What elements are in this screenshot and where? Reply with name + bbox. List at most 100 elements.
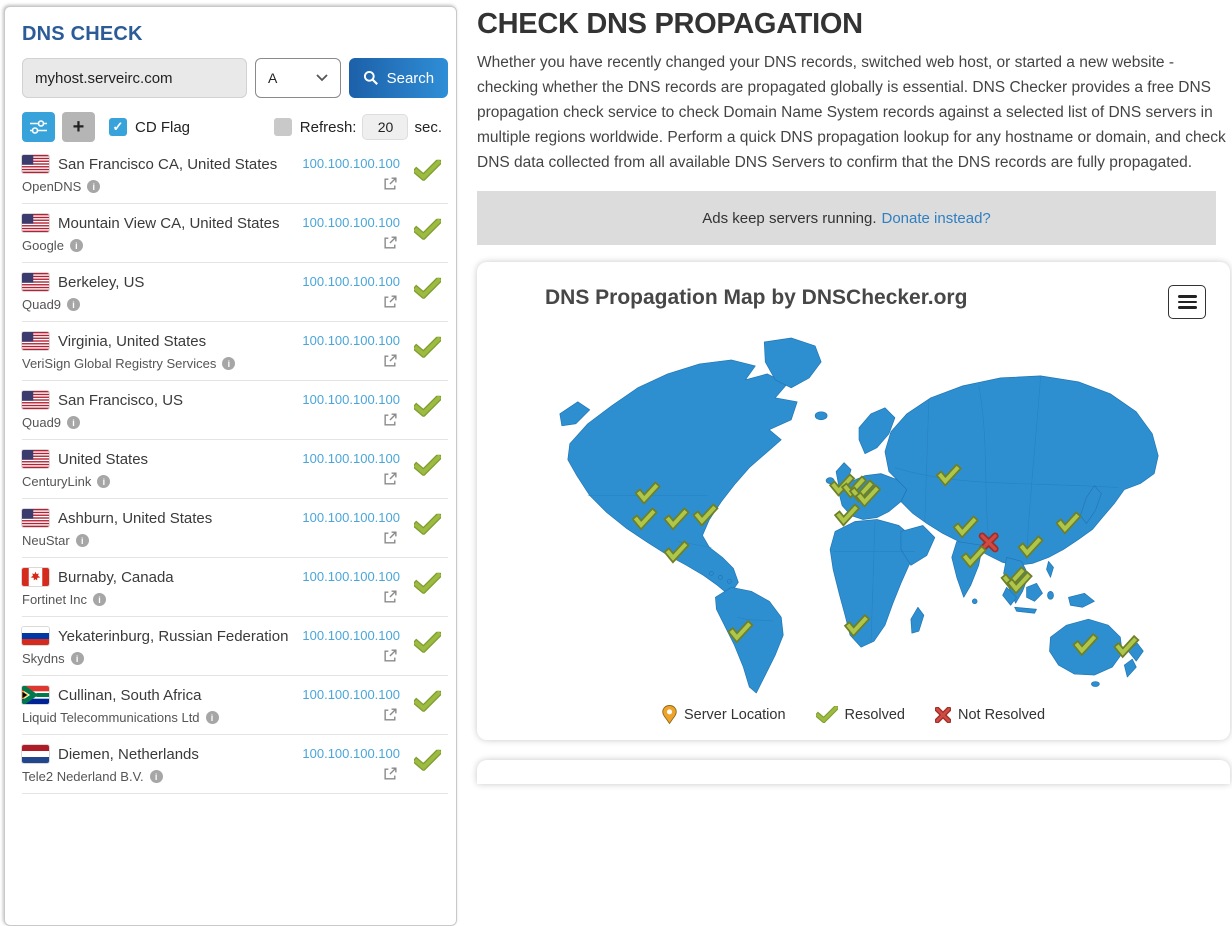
country-flag-icon (22, 155, 49, 173)
resolved-check-icon (414, 573, 441, 599)
world-map (558, 336, 1180, 700)
sliders-icon (29, 119, 48, 135)
donate-link[interactable]: Donate instead? (882, 210, 991, 227)
external-link-icon[interactable] (383, 766, 398, 786)
external-link-icon[interactable] (383, 530, 398, 550)
info-icon[interactable]: i (93, 593, 106, 606)
server-row: San Francisco CA, United StatesOpenDNSi1… (22, 145, 448, 204)
server-location: Yekaterinburg, Russian Federation (58, 628, 288, 645)
info-icon[interactable]: i (67, 416, 80, 429)
server-ip-link[interactable]: 100.100.100.100 (302, 628, 400, 643)
cd-flag-checkbox[interactable]: ✓ (109, 118, 127, 136)
info-icon[interactable]: i (97, 475, 110, 488)
server-location: San Francisco CA, United States (58, 156, 277, 173)
external-link-icon[interactable] (383, 471, 398, 491)
external-link-icon[interactable] (383, 353, 398, 373)
info-icon[interactable]: i (70, 239, 83, 252)
hostname-input[interactable] (22, 58, 247, 98)
external-link-icon[interactable] (383, 707, 398, 727)
server-list: San Francisco CA, United StatesOpenDNSi1… (22, 145, 448, 794)
external-link-icon[interactable] (383, 176, 398, 196)
legend-label: Not Resolved (958, 707, 1045, 723)
search-button-label: Search (387, 70, 435, 87)
server-ip-link[interactable]: 100.100.100.100 (302, 510, 400, 525)
refresh-checkbox[interactable] (274, 118, 292, 136)
server-provider: Fortinet Inc (22, 592, 87, 607)
refresh-label: Refresh: (300, 119, 357, 136)
server-row: Diemen, NetherlandsTele2 Nederland B.V.i… (22, 735, 448, 794)
chevron-down-icon (316, 74, 328, 82)
resolved-check-icon (414, 514, 441, 540)
not-resolved-x-icon (935, 707, 951, 723)
server-location: Mountain View CA, United States (58, 215, 280, 232)
map-title: DNS Propagation Map by DNSChecker.org (545, 286, 967, 310)
external-link-icon[interactable] (383, 294, 398, 314)
options-sliders-button[interactable] (22, 112, 55, 142)
country-flag-icon (22, 627, 49, 645)
server-row: Mountain View CA, United StatesGooglei10… (22, 204, 448, 263)
main-content: CHECK DNS PROPAGATION Whether you have r… (460, 0, 1232, 773)
server-ip-link[interactable]: 100.100.100.100 (302, 687, 400, 702)
hamburger-icon (1178, 295, 1197, 298)
server-location: Burnaby, Canada (58, 569, 174, 586)
server-provider: Tele2 Nederland B.V. (22, 769, 144, 784)
server-row: United States CenturyLink i 100.100.100.100 (22, 440, 448, 499)
server-location: United States (58, 451, 148, 468)
legend-label: Server Location (684, 707, 786, 723)
search-row: A Search (22, 58, 448, 98)
server-row: Berkeley, USQuad9i100.100.100.100 (22, 263, 448, 322)
info-icon[interactable]: i (71, 652, 84, 665)
server-ip-link[interactable]: 100.100.100.100 (302, 392, 400, 407)
info-icon[interactable]: i (67, 298, 80, 311)
map-menu-button[interactable] (1168, 285, 1206, 319)
server-row: Yekaterinburg, Russian Federation Skydnsi… (22, 617, 448, 676)
server-ip-link[interactable]: 100.100.100.100 (302, 569, 400, 584)
controls-row: + ✓ CD Flag Refresh: sec. (22, 112, 448, 142)
resolved-check-icon (414, 750, 441, 776)
page-title: CHECK DNS PROPAGATION (477, 8, 1232, 41)
external-link-icon[interactable] (383, 235, 398, 255)
add-server-button[interactable]: + (62, 112, 95, 142)
ad-notice: Ads keep servers running. Donate instead… (477, 191, 1216, 245)
server-location: Berkeley, US (58, 274, 144, 291)
info-icon[interactable]: i (206, 711, 219, 724)
server-ip-link[interactable]: 100.100.100.100 (302, 746, 400, 761)
country-flag-icon (22, 214, 49, 232)
country-flag-icon (22, 273, 49, 291)
server-location: Cullinan, South Africa (58, 687, 201, 704)
server-provider: CenturyLink (22, 474, 91, 489)
intro-paragraph: Whether you have recently changed your D… (477, 50, 1230, 175)
country-flag-icon (22, 332, 49, 350)
server-provider: Skydns (22, 651, 65, 666)
external-link-icon[interactable] (383, 589, 398, 609)
server-ip-link[interactable]: 100.100.100.100 (302, 215, 400, 230)
not-resolved-marker-icon (982, 536, 995, 549)
server-provider: Liquid Telecommunications Ltd (22, 710, 200, 725)
refresh-seconds-input[interactable] (362, 114, 408, 140)
server-ip-link[interactable]: 100.100.100.100 (302, 274, 400, 289)
info-icon[interactable]: i (76, 534, 89, 547)
record-type-select[interactable]: A (255, 58, 341, 98)
resolved-check-icon (414, 632, 441, 658)
resolved-check-icon (414, 455, 441, 481)
info-icon[interactable]: i (150, 770, 163, 783)
server-ip-link[interactable]: 100.100.100.100 (302, 333, 400, 348)
legend-item: Server Location (662, 704, 786, 725)
country-flag-icon (22, 509, 49, 527)
resolved-check-icon (414, 396, 441, 422)
external-link-icon[interactable] (383, 412, 398, 432)
info-icon[interactable]: i (87, 180, 100, 193)
server-ip-link[interactable]: 100.100.100.100 (302, 451, 400, 466)
external-link-icon[interactable] (383, 648, 398, 668)
search-icon (363, 70, 379, 86)
server-provider: NeuStar (22, 533, 70, 548)
resolved-check-icon (414, 691, 441, 717)
info-icon[interactable]: i (222, 357, 235, 370)
map-pin-icon (662, 704, 677, 725)
legend-item: Resolved (816, 706, 905, 723)
server-ip-link[interactable]: 100.100.100.100 (302, 156, 400, 171)
country-flag-icon (22, 450, 49, 468)
search-button[interactable]: Search (349, 58, 448, 98)
server-row: Ashburn, United StatesNeuStari100.100.10… (22, 499, 448, 558)
server-provider: VeriSign Global Registry Services (22, 356, 216, 371)
